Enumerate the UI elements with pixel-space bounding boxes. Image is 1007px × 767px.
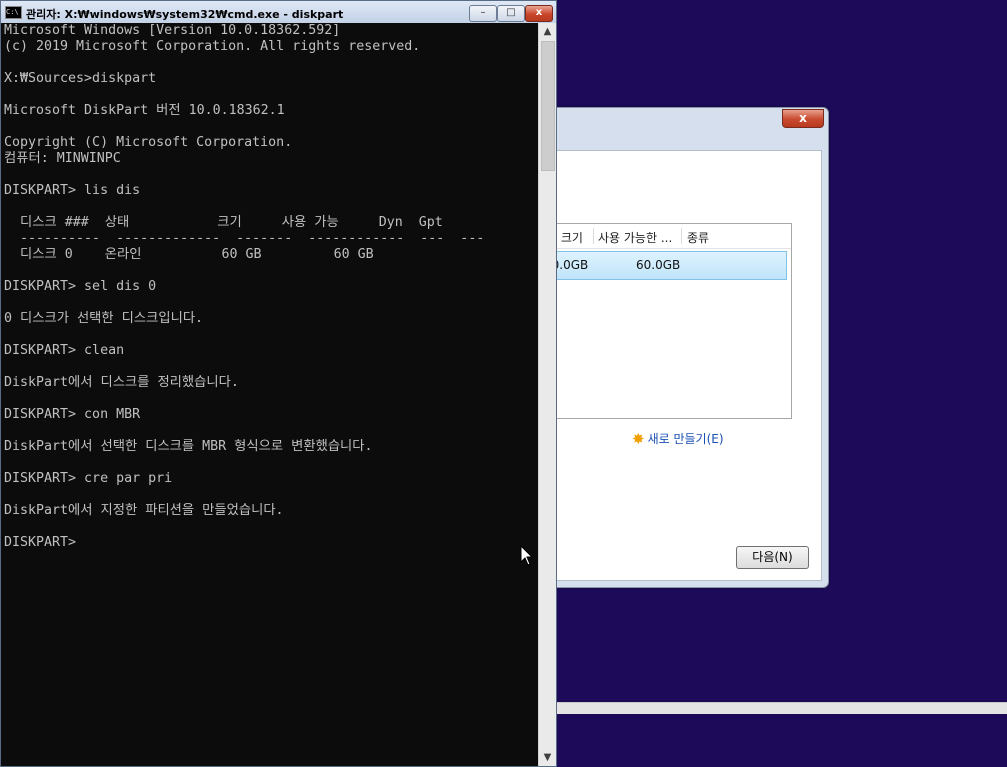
cmd-titlebar[interactable]: C:\ 관리자: X:₩windows₩system32₩cmd.exe - d…	[1, 1, 556, 23]
console-line: DISKPART> con MBR	[4, 407, 141, 422]
console-line: ---------- ------------- ------- -------…	[4, 231, 485, 246]
console-line: DISKPART>	[4, 535, 77, 550]
scroll-thumb[interactable]	[541, 41, 555, 171]
console-line: DISKPART> lis dis	[4, 183, 141, 198]
console-line: 디스크 ### 상태 크기 사용 가능 Dyn Gpt	[4, 215, 443, 230]
new-partition-link[interactable]: ✸ 새로 만들기(E)	[632, 430, 724, 448]
column-type[interactable]: 종류	[687, 229, 709, 246]
sun-icon: ✸	[632, 430, 645, 448]
close-button[interactable]: x	[525, 5, 553, 22]
setup-content-panel: 총 크기 사용 가능한 ... 종류 60.0GB 60.0GB ✸ 새로 만들기…	[544, 150, 822, 581]
disk-free-space: 60.0GB	[636, 258, 681, 272]
column-separator	[681, 228, 682, 244]
console-line: Copyright (C) Microsoft Corporation.	[4, 135, 293, 150]
scroll-down-arrow-icon[interactable]: ▼	[539, 749, 556, 766]
console-line: DISKPART> cre par pri	[4, 471, 173, 486]
column-free-space[interactable]: 사용 가능한 ...	[598, 229, 672, 246]
setup-bottom-bar	[555, 702, 1007, 714]
console-line: DiskPart에서 지정한 파티션을 만들었습니다.	[4, 503, 284, 518]
console-line: X:₩Sources>diskpart	[4, 71, 157, 86]
console-line: DiskPart에서 디스크를 정리했습니다.	[4, 375, 239, 390]
disk-list-header: 총 크기 사용 가능한 ... 종류	[546, 224, 791, 249]
maximize-button[interactable]: □	[497, 5, 525, 22]
console-line: (c) 2019 Microsoft Corporation. All righ…	[4, 39, 421, 54]
console-line: 컴퓨터: MINWINPC	[4, 151, 121, 166]
console-line: DISKPART> sel dis 0	[4, 279, 157, 294]
console-line: Microsoft DiskPart 버전 10.0.18362.1	[4, 103, 285, 118]
console-line: DiskPart에서 선택한 디스크를 MBR 형식으로 변환했습니다.	[4, 439, 373, 454]
vertical-scrollbar[interactable]: ▲ ▼	[538, 23, 556, 766]
scroll-up-arrow-icon[interactable]: ▲	[539, 23, 556, 40]
console-line: Microsoft Windows [Version 10.0.18362.59…	[4, 23, 341, 38]
mouse-pointer-icon	[520, 545, 534, 566]
new-partition-label: 새로 만들기(E)	[647, 432, 724, 446]
cmd-window-title: 관리자: X:₩windows₩system32₩cmd.exe - diskp…	[26, 8, 344, 21]
windows-setup-window: x 총 크기 사용 가능한 ... 종류 60.0GB 60.0GB ✸ 새로 만…	[540, 107, 829, 588]
cmd-app-icon[interactable]: C:\	[5, 6, 22, 19]
console-line: 0 디스크가 선택한 디스크입니다.	[4, 311, 204, 326]
console-output[interactable]: Microsoft Windows [Version 10.0.18362.59…	[1, 23, 538, 766]
disk-list: 총 크기 사용 가능한 ... 종류 60.0GB 60.0GB	[544, 223, 792, 419]
cmd-window: C:\ 관리자: X:₩windows₩system32₩cmd.exe - d…	[0, 0, 557, 767]
next-button[interactable]: 다음(N)	[736, 546, 809, 569]
console-line: DISKPART> clean	[4, 343, 125, 358]
minimize-button[interactable]: –	[469, 5, 497, 22]
disk-row-selected[interactable]: 60.0GB 60.0GB	[544, 251, 787, 280]
console-line: 디스크 0 온라인 60 GB 60 GB	[4, 247, 374, 262]
setup-close-button[interactable]: x	[782, 109, 824, 128]
column-separator	[593, 228, 594, 244]
